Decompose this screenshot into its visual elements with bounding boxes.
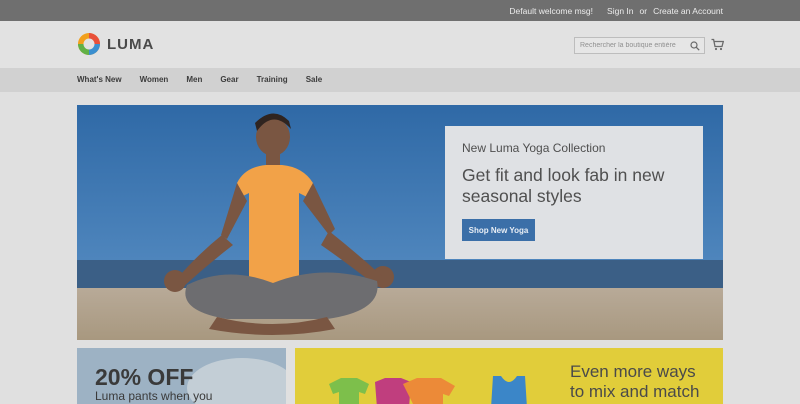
nav-menu: What's New Women Men Gear Training Sale <box>77 75 322 84</box>
search-box <box>574 37 705 54</box>
nav-item-women[interactable]: Women <box>140 75 169 84</box>
cart-icon[interactable] <box>711 38 724 51</box>
main-navigation: What's New Women Men Gear Training Sale <box>0 68 800 92</box>
promo-line-2: to mix and match <box>570 382 700 401</box>
promo-pants-block[interactable]: 20% OFF Luma pants when you <box>77 348 286 404</box>
promo-discount-title: 20% OFF <box>95 364 194 390</box>
nav-item-gear[interactable]: Gear <box>220 75 238 84</box>
logo-link[interactable]: LUMA <box>77 32 154 56</box>
welcome-message: Default welcome msg! <box>509 6 594 16</box>
sign-in-link[interactable]: Sign In <box>607 6 633 16</box>
or-separator: or <box>639 6 648 16</box>
promo-mix-match-text: Even more ways to mix and match <box>570 362 699 402</box>
hero-headline: Get fit and look fab in new seasonal sty… <box>462 165 665 206</box>
hero-subtitle: New Luma Yoga Collection <box>462 141 606 155</box>
nav-item-men[interactable]: Men <box>186 75 202 84</box>
logo-text: LUMA <box>107 35 155 53</box>
hero-banner[interactable]: New Luma Yoga Collection Get fit and loo… <box>77 105 723 340</box>
search-input[interactable] <box>575 38 687 53</box>
site-header: LUMA <box>0 21 800 68</box>
create-account-link[interactable]: Create an Account <box>653 6 723 16</box>
luma-logo-icon <box>78 33 100 55</box>
top-panel: Default welcome msg! Sign In or Create a… <box>0 0 800 21</box>
nav-item-sale[interactable]: Sale <box>306 75 322 84</box>
nav-item-whats-new[interactable]: What's New <box>77 75 122 84</box>
promo-discount-text: Luma pants when you <box>95 389 213 403</box>
search-icon[interactable] <box>690 41 700 51</box>
header-links: Default welcome msg! Sign In or Create a… <box>509 6 723 16</box>
shop-new-yoga-button[interactable]: Shop New Yoga <box>462 219 535 241</box>
promo-mix-match-block[interactable]: Even more ways to mix and match <box>295 348 723 404</box>
promo-line-1: Even more ways <box>570 362 696 381</box>
nav-item-training[interactable]: Training <box>257 75 288 84</box>
hero-callout: New Luma Yoga Collection Get fit and loo… <box>445 126 703 259</box>
